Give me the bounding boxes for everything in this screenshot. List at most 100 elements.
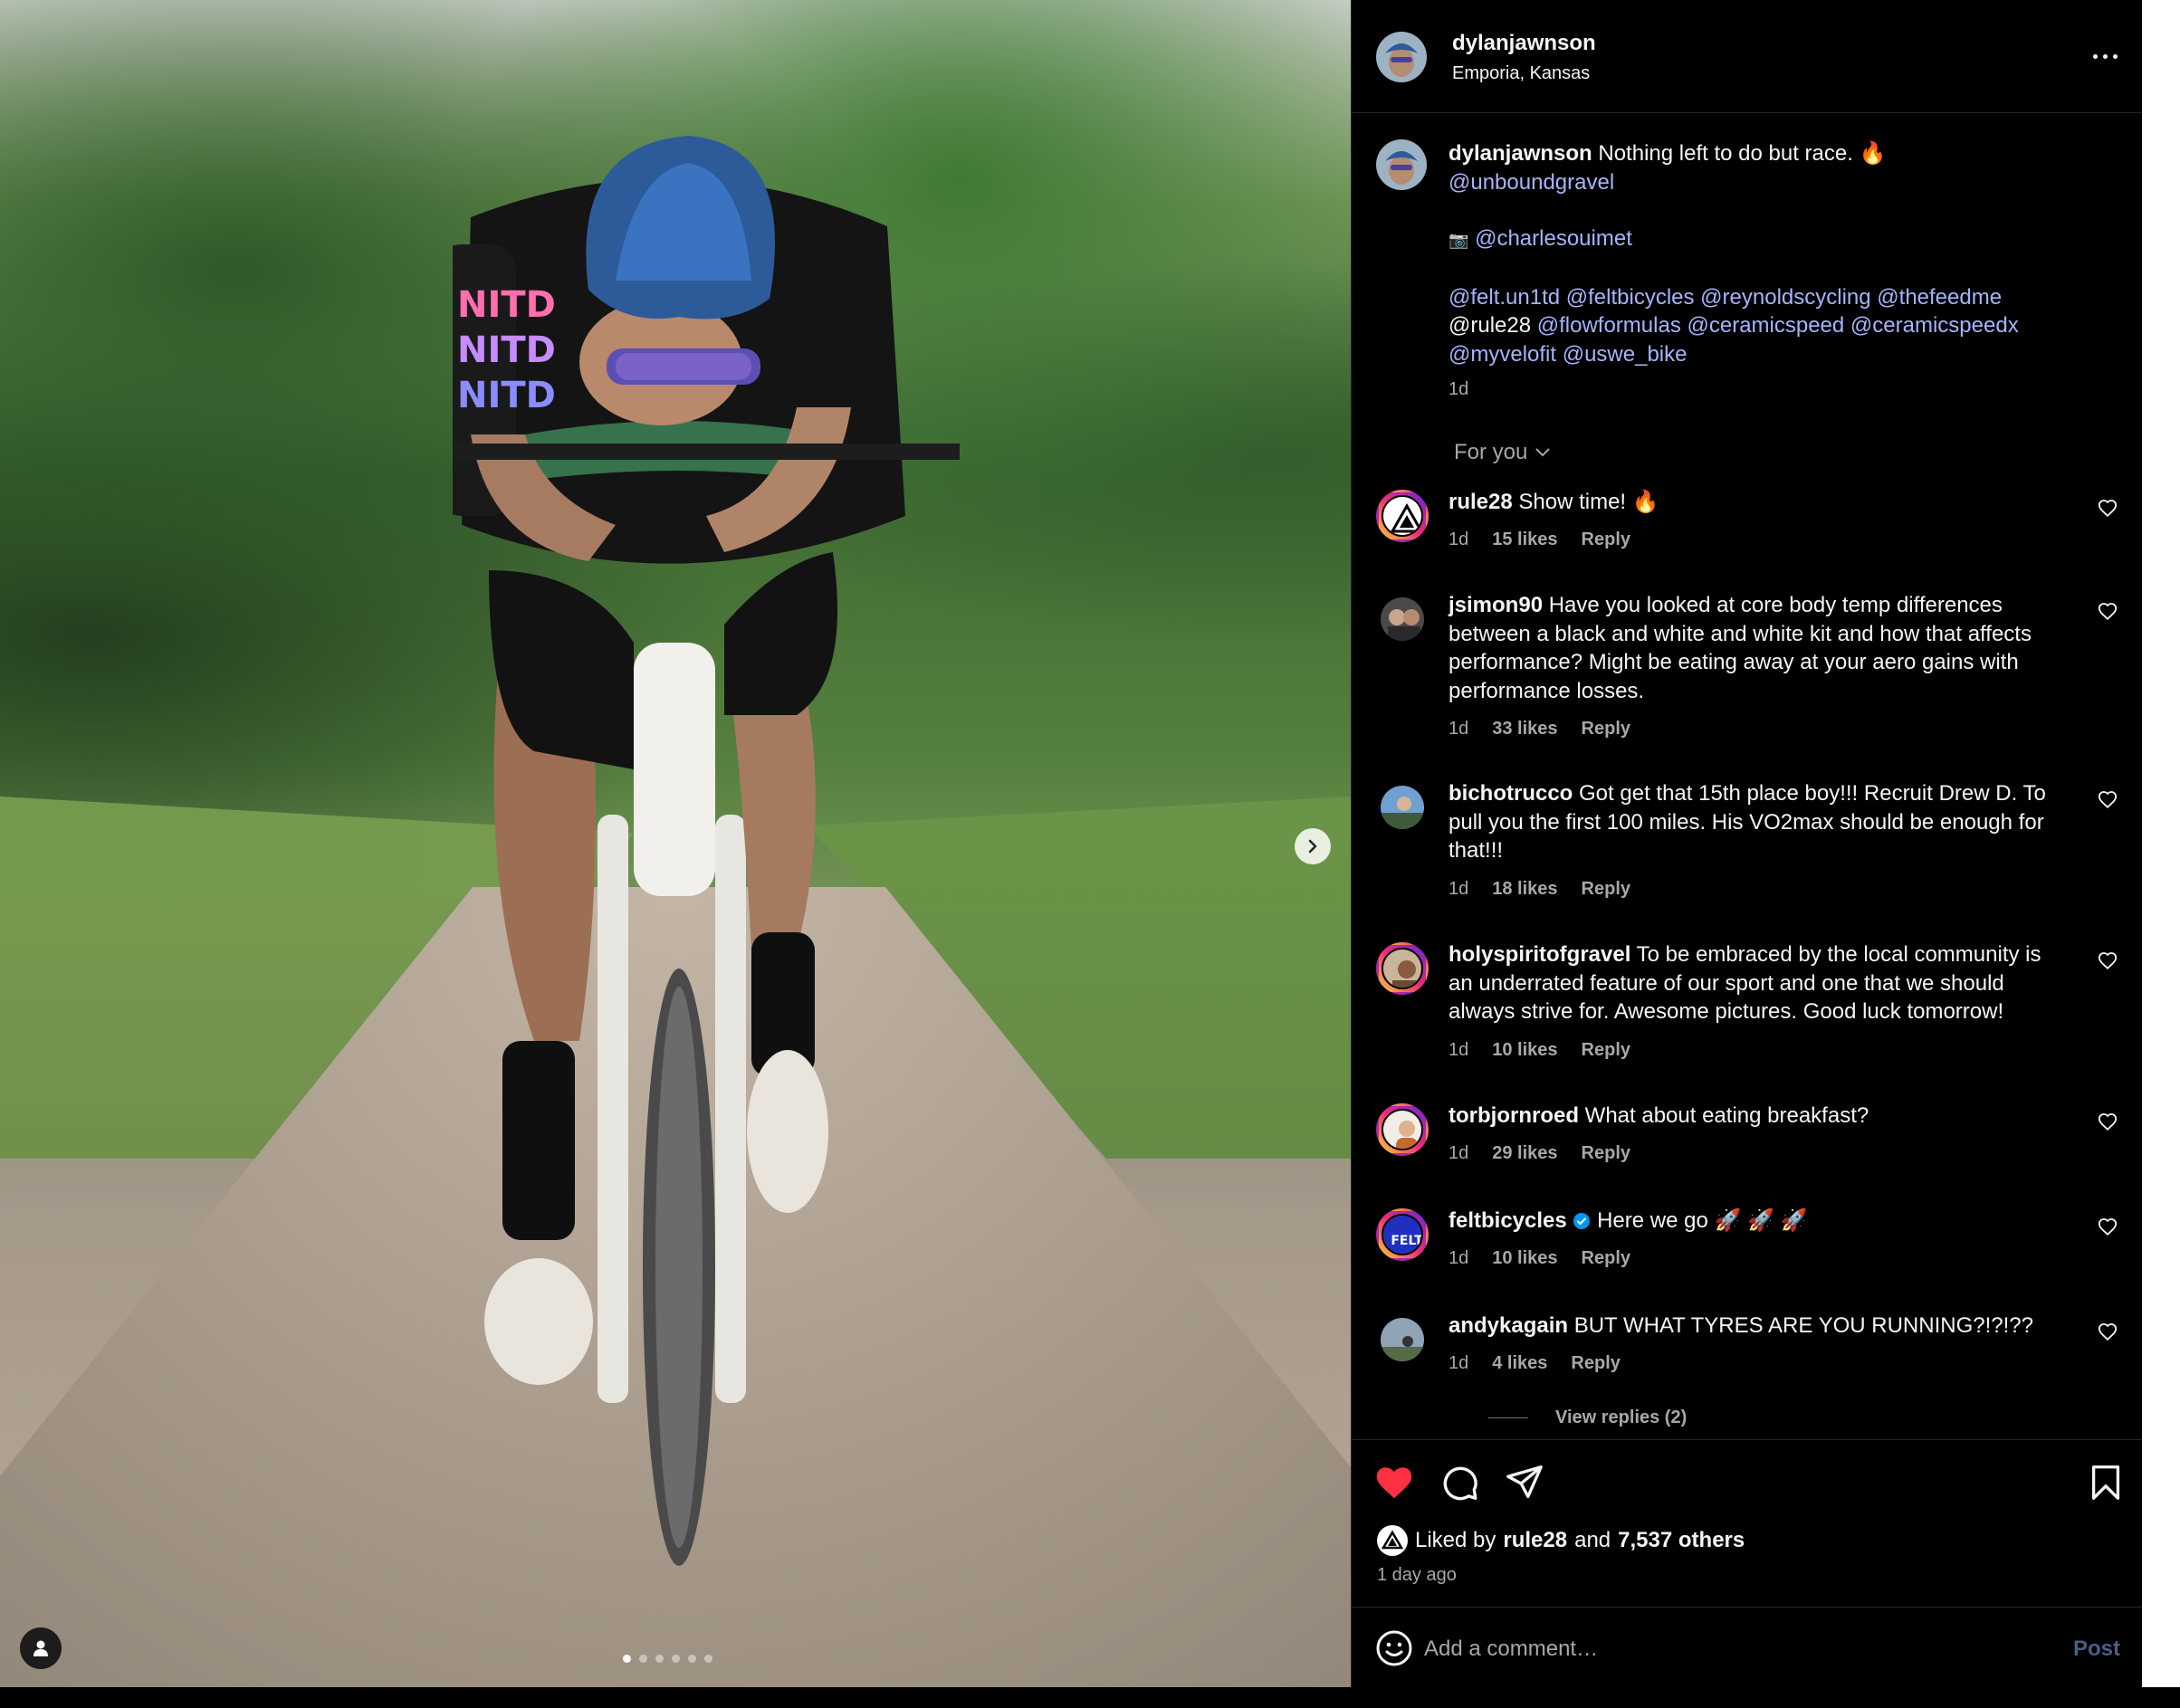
post-header: dylanjawnson Emporia, Kansas bbox=[1352, 0, 2143, 113]
tagged-users-button[interactable] bbox=[20, 1627, 62, 1669]
heart-icon bbox=[1376, 1467, 1412, 1499]
photo-credit-link[interactable]: @charlesouimet bbox=[1475, 226, 1632, 251]
comment-likes[interactable]: 33 likes bbox=[1492, 719, 1557, 739]
comment-like-button[interactable] bbox=[2098, 602, 2118, 622]
comment-button[interactable] bbox=[1439, 1462, 1480, 1503]
heart-icon bbox=[2098, 1218, 2118, 1236]
like-button[interactable] bbox=[1373, 1462, 1415, 1503]
heart-icon bbox=[2098, 791, 2118, 809]
reply-button[interactable]: Reply bbox=[1582, 1040, 1630, 1061]
comment-likes[interactable]: 10 likes bbox=[1492, 1248, 1557, 1269]
carousel-indicator bbox=[623, 1655, 712, 1663]
commenter-username[interactable]: rule28 bbox=[1449, 490, 1513, 514]
tag-plain[interactable]: @rule28 bbox=[1449, 313, 1531, 338]
comment-likes[interactable]: 18 likes bbox=[1492, 879, 1557, 900]
author-username[interactable]: dylanjawnson bbox=[1452, 31, 1596, 56]
comment-time[interactable]: 1d bbox=[1449, 879, 1468, 900]
heart-icon bbox=[2098, 952, 2118, 970]
commenter-avatar[interactable]: FELT bbox=[1376, 1208, 1429, 1261]
comment-text: torbjornroed What about eating breakfast… bbox=[1449, 1102, 2064, 1131]
comment-likes[interactable]: 15 likes bbox=[1492, 530, 1557, 550]
more-options-button[interactable] bbox=[2085, 47, 2125, 65]
carousel-dot bbox=[704, 1655, 712, 1663]
likes-summary[interactable]: Liked by rule28 and 7,537 others bbox=[1377, 1525, 1745, 1556]
commenter-username[interactable]: jsimon90 bbox=[1449, 593, 1543, 617]
comment-like-button[interactable] bbox=[2098, 790, 2118, 810]
reply-button[interactable]: Reply bbox=[1582, 879, 1630, 900]
svg-text:NITD: NITD bbox=[457, 284, 556, 326]
commenter-username[interactable]: holyspiritofgravel bbox=[1449, 942, 1630, 967]
comment-like-button[interactable] bbox=[2098, 951, 2118, 971]
comments-scroll-area[interactable]: dylanjawnson Nothing left to do but race… bbox=[1352, 112, 2143, 1439]
chevron-down-icon bbox=[1535, 448, 1551, 457]
carousel-dot bbox=[688, 1655, 696, 1663]
comment-sort-dropdown[interactable]: For you bbox=[1454, 440, 1551, 465]
comment-meta: 1d 18 likes Reply bbox=[1449, 879, 1630, 900]
comment-body: What about eating breakfast? bbox=[1584, 1103, 1869, 1128]
reply-button[interactable]: Reply bbox=[1582, 530, 1630, 550]
view-replies-button[interactable]: View replies (2) bbox=[1488, 1407, 1687, 1428]
comment-input[interactable] bbox=[1422, 1627, 2023, 1671]
camera-icon: 📷 bbox=[1449, 231, 1469, 249]
comment-like-button[interactable] bbox=[2098, 499, 2118, 519]
comment-time[interactable]: 1d bbox=[1449, 530, 1468, 550]
reply-button[interactable]: Reply bbox=[1582, 1143, 1630, 1164]
caption-username[interactable]: dylanjawnson bbox=[1449, 141, 1592, 166]
comment-likes[interactable]: 4 likes bbox=[1492, 1353, 1547, 1374]
caption-avatar[interactable] bbox=[1376, 139, 1427, 190]
commenter-username[interactable]: bichotrucco bbox=[1449, 781, 1573, 806]
tags-line[interactable]: @myvelofit @uswe_bike bbox=[1449, 340, 2082, 369]
post-comment-button[interactable]: Post bbox=[2073, 1636, 2120, 1662]
reply-button[interactable]: Reply bbox=[1582, 719, 1630, 739]
sort-label: For you bbox=[1454, 440, 1528, 464]
comment-time[interactable]: 1d bbox=[1449, 719, 1468, 739]
liked-by-user[interactable]: rule28 bbox=[1503, 1528, 1567, 1553]
commenter-username[interactable]: andykagain bbox=[1449, 1313, 1568, 1338]
comment-body: Show time! 🔥 bbox=[1518, 490, 1659, 514]
mention-link[interactable]: @unboundgravel bbox=[1449, 168, 2082, 197]
tags-line[interactable]: @felt.un1td @feltbicycles @reynoldscycli… bbox=[1449, 283, 2082, 312]
comment-time[interactable]: 1d bbox=[1449, 1248, 1468, 1269]
carousel-dot bbox=[672, 1655, 680, 1663]
commenter-avatar[interactable] bbox=[1376, 1313, 1429, 1366]
comment-time[interactable]: 1d bbox=[1449, 1353, 1468, 1374]
post-location[interactable]: Emporia, Kansas bbox=[1452, 63, 1590, 84]
liked-by-others[interactable]: 7,537 others bbox=[1618, 1528, 1745, 1553]
comment-text: feltbicycles Here we go 🚀 🚀 🚀 bbox=[1449, 1207, 2064, 1236]
post-timestamp[interactable]: 1 day ago bbox=[1377, 1565, 1457, 1586]
commenter-username[interactable]: torbjornroed bbox=[1449, 1103, 1579, 1128]
commenter-avatar[interactable] bbox=[1376, 593, 1429, 645]
reply-button[interactable]: Reply bbox=[1571, 1353, 1620, 1374]
commenter-avatar[interactable] bbox=[1376, 781, 1429, 834]
heart-icon bbox=[2098, 603, 2118, 621]
heart-icon bbox=[2098, 1323, 2118, 1341]
caption-body: Nothing left to do but race. 🔥 bbox=[1598, 141, 1887, 166]
commenter-avatar[interactable] bbox=[1376, 942, 1429, 995]
comment-like-button[interactable] bbox=[2098, 1217, 2118, 1237]
comment-time[interactable]: 1d bbox=[1449, 1143, 1468, 1164]
comment-likes[interactable]: 10 likes bbox=[1492, 1040, 1557, 1061]
tags-line[interactable]: @flowformulas @ceramicspeed @ceramicspee… bbox=[1537, 313, 2019, 338]
commenter-avatar[interactable] bbox=[1376, 490, 1429, 542]
comment-meta: 1d 10 likes Reply bbox=[1449, 1248, 1630, 1269]
share-button[interactable] bbox=[1504, 1462, 1545, 1503]
comment-time[interactable]: 1d bbox=[1449, 1040, 1468, 1061]
liker-avatar bbox=[1377, 1525, 1408, 1556]
save-button[interactable] bbox=[2085, 1462, 2127, 1503]
send-icon bbox=[1506, 1465, 1543, 1499]
reply-button[interactable]: Reply bbox=[1582, 1248, 1630, 1269]
comment-like-button[interactable] bbox=[2098, 1322, 2118, 1342]
post-photo[interactable]: NITD NITD NITD bbox=[0, 0, 1351, 1687]
carousel-next-button[interactable] bbox=[1295, 828, 1331, 864]
author-avatar[interactable] bbox=[1376, 32, 1427, 82]
commenter-avatar[interactable] bbox=[1376, 1103, 1429, 1156]
comment-likes[interactable]: 29 likes bbox=[1492, 1143, 1557, 1164]
svg-text:FELT: FELT bbox=[1391, 1234, 1423, 1248]
commenter-username[interactable]: feltbicycles bbox=[1449, 1208, 1567, 1233]
comment-meta: 1d 29 likes Reply bbox=[1449, 1143, 1630, 1164]
comment-text: holyspiritofgravel To be embraced by the… bbox=[1449, 940, 2064, 1026]
emoji-icon[interactable] bbox=[1375, 1629, 1413, 1667]
cyclist-illustration: NITD NITD NITD bbox=[453, 136, 960, 1566]
comment-meta: 1d 10 likes Reply bbox=[1449, 1040, 1630, 1061]
comment-like-button[interactable] bbox=[2098, 1112, 2118, 1132]
